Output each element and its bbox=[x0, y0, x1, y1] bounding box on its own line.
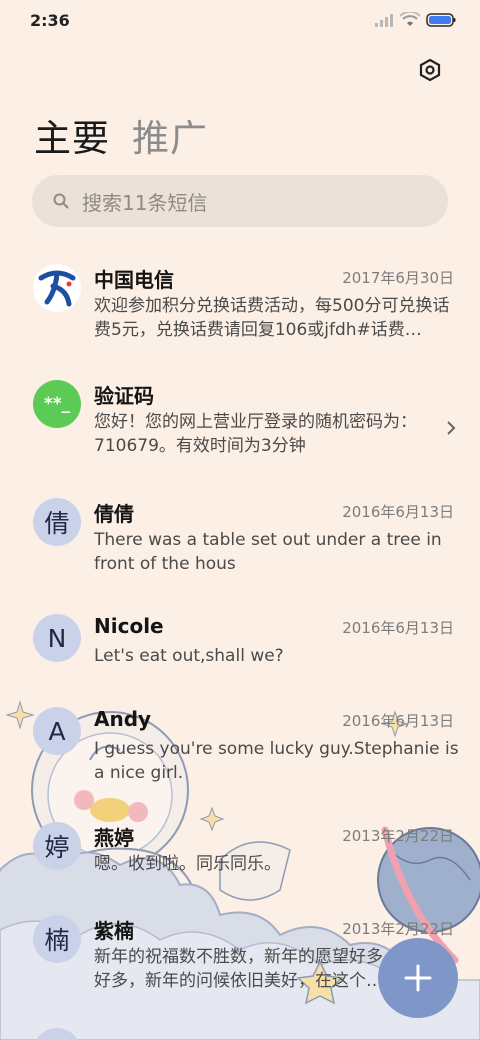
search-icon bbox=[53, 193, 69, 209]
message-item[interactable] bbox=[0, 1028, 480, 1040]
sender-name: 验证码 bbox=[94, 384, 154, 408]
message-item[interactable]: N Nicole 2016年6月13日 Let's eat out,shall … bbox=[0, 614, 480, 684]
status-bar: 2:36 bbox=[0, 0, 480, 42]
new-message-button[interactable] bbox=[378, 938, 458, 1018]
message-preview: Let's eat out,shall we? bbox=[94, 646, 284, 666]
sender-name: 燕婷 bbox=[94, 826, 134, 850]
message-preview: 欢迎参加积分兑换话费活动，每500分可兑换话费5元，兑换话费请回复106或jfd… bbox=[94, 296, 450, 340]
message-preview: 新年的祝福数不胜数，新年的愿望好多好多，新年的问候依旧美好，在这个温馨的日子里 bbox=[94, 947, 383, 991]
battery-icon bbox=[426, 13, 456, 27]
settings-button[interactable] bbox=[416, 56, 444, 84]
avatar: 楠 bbox=[33, 915, 81, 963]
search-input[interactable]: 搜索11条短信 bbox=[32, 175, 448, 227]
message-date: 2017年6月30日 bbox=[342, 269, 454, 287]
signal-icon bbox=[375, 14, 393, 27]
china-telecom-logo bbox=[33, 264, 81, 312]
message-preview: 嗯。收到啦。同乐同乐。 bbox=[94, 854, 281, 874]
message-date: 2013年2月22日 bbox=[342, 920, 454, 938]
message-date: 2016年6月13日 bbox=[342, 712, 454, 730]
message-preview: I guess you're some lucky guy.Stephanie … bbox=[94, 739, 459, 783]
message-item[interactable]: 中国电信 2017年6月30日 欢迎参加积分兑换话费活动，每500分可兑换话费5… bbox=[0, 264, 480, 364]
avatar: **_ bbox=[33, 380, 81, 428]
message-item[interactable]: **_ 验证码 您好！您的网上营业厅登录的随机密码为：710679。有效时间为3… bbox=[0, 380, 480, 480]
sender-name: 中国电信 bbox=[94, 268, 174, 292]
search-placeholder: 搜索11条短信 bbox=[82, 190, 208, 215]
message-date: 2013年2月22日 bbox=[342, 827, 454, 845]
sender-name: Nicole bbox=[94, 614, 164, 638]
message-date: 2016年6月13日 bbox=[342, 503, 454, 521]
tab-promotions[interactable]: 推广 bbox=[132, 108, 208, 162]
plus-icon bbox=[404, 964, 432, 992]
message-preview: There was a table set out under a tree i… bbox=[94, 530, 442, 574]
avatar: A bbox=[33, 707, 81, 755]
status-icons bbox=[374, 12, 456, 28]
wifi-icon bbox=[400, 12, 420, 26]
settings-icon bbox=[419, 58, 441, 82]
sender-name: Andy bbox=[94, 707, 152, 731]
tab-bar: 主要 推广 bbox=[34, 108, 208, 162]
sender-name: 倩倩 bbox=[94, 502, 134, 526]
avatar bbox=[33, 1028, 81, 1040]
message-item[interactable]: 倩 倩倩 2016年6月13日 There was a table set ou… bbox=[0, 498, 480, 598]
status-time: 2:36 bbox=[30, 11, 70, 30]
message-item[interactable]: A Andy 2016年6月13日 I guess you're some lu… bbox=[0, 707, 480, 807]
avatar: 倩 bbox=[33, 498, 81, 546]
message-preview: 您好！您的网上营业厅登录的随机密码为：710679。有效时间为3分钟 bbox=[94, 412, 417, 456]
message-date: 2016年6月13日 bbox=[342, 619, 454, 637]
chevron-right-icon bbox=[447, 421, 456, 435]
avatar: 婷 bbox=[33, 822, 81, 870]
message-item[interactable]: 婷 燕婷 2013年2月22日 嗯。收到啦。同乐同乐。 bbox=[0, 822, 480, 892]
avatar: N bbox=[33, 614, 81, 662]
tab-primary[interactable]: 主要 bbox=[34, 108, 110, 162]
sender-name: 紫楠 bbox=[94, 919, 134, 943]
